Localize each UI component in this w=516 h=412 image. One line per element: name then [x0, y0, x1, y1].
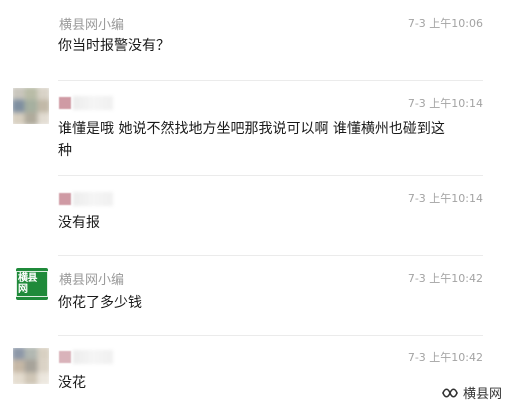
comment-text: 没有报: [58, 215, 100, 231]
blurred-avatar-image: [13, 348, 49, 384]
comment-time: 7-3 上午10:06: [407, 17, 483, 30]
blurred-avatar-image: [13, 88, 49, 124]
comment-time: 7-3 上午10:14: [407, 97, 483, 110]
comment-2: 7-3 上午10:14 谁懂是哦 她说不然找地方坐吧那我说可以啊 谁懂横州也碰到…: [0, 80, 516, 175]
blurred-author-name[interactable]: [59, 350, 113, 364]
avatar[interactable]: [13, 348, 49, 384]
comment-text: 你花了多少钱: [58, 295, 142, 311]
comment-time: 7-3 上午10:42: [407, 272, 483, 285]
comment-text: 你当时报警没有？: [58, 38, 170, 54]
avatar-logo[interactable]: 横县网: [16, 268, 48, 300]
wechat-channel-icon: [442, 387, 458, 398]
comment-3: 7-3 上午10:14 没有报: [0, 175, 516, 255]
comment-1: 横县网小编 7-3 上午10:06 你当时报警没有？: [0, 0, 516, 80]
comment-text: 谁懂是哦 她说不然找地方坐吧那我说可以啊 谁懂横州也碰到这种: [58, 121, 445, 159]
comment-text: 没花: [58, 375, 86, 391]
comment-time: 7-3 上午10:42: [407, 351, 483, 364]
comment-5: 7-3 上午10:42 没花: [0, 335, 516, 412]
logo-text: 横县网: [16, 271, 48, 297]
blurred-author-name[interactable]: [59, 192, 113, 206]
avatar[interactable]: [13, 88, 49, 124]
comment-author[interactable]: 横县网小编: [59, 18, 124, 34]
comment-time: 7-3 上午10:14: [407, 192, 483, 205]
comment-author[interactable]: 横县网小编: [59, 273, 124, 289]
blurred-author-name[interactable]: [59, 96, 113, 110]
watermark-label: 横县网: [462, 387, 502, 402]
watermark: 横县网: [441, 383, 502, 402]
comment-4: 横县网 横县网小编 7-3 上午10:42 你花了多少钱: [0, 255, 516, 335]
